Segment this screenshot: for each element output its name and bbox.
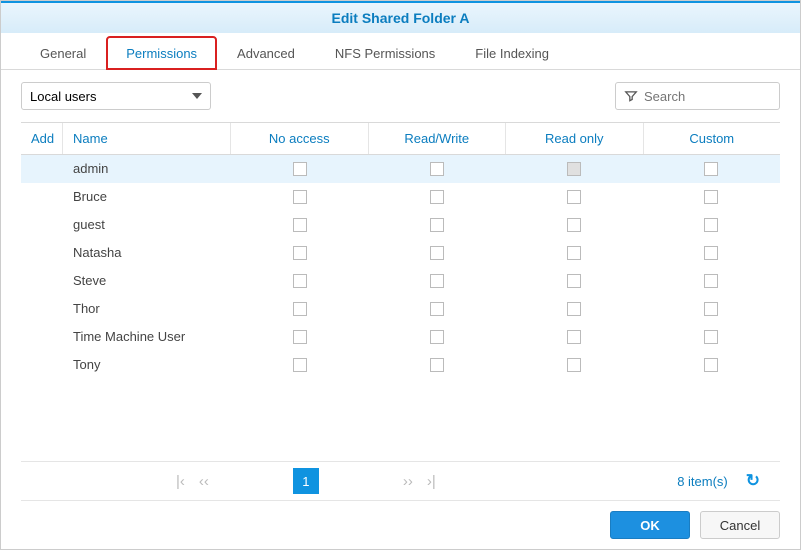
table-row[interactable]: Thor [21,295,780,323]
tab-file-indexing[interactable]: File Indexing [456,37,568,69]
reload-icon[interactable]: ↻ [746,471,760,491]
tab-general[interactable]: General [21,37,105,69]
table-row[interactable]: Steve [21,267,780,295]
read-only-checkbox[interactable] [567,190,581,204]
column-read-only[interactable]: Read only [506,123,644,154]
table-row[interactable]: guest [21,211,780,239]
search-box[interactable] [615,82,780,110]
column-no-access[interactable]: No access [231,123,369,154]
table-body: admin Bruce guest Natasha Steve Thor Time Mach… [21,155,780,379]
ok-button[interactable]: OK [610,511,690,539]
read-write-checkbox[interactable] [430,274,444,288]
tab-permissions[interactable]: Permissions [107,37,216,69]
items-count: 8 item(s) [677,474,728,489]
custom-checkbox[interactable] [704,358,718,372]
read-write-checkbox[interactable] [430,190,444,204]
custom-checkbox[interactable] [704,162,718,176]
dropdown-selected: Local users [30,89,96,104]
read-write-checkbox[interactable] [430,162,444,176]
user-name: Thor [63,301,231,316]
read-only-checkbox[interactable] [567,274,581,288]
read-write-checkbox[interactable] [430,302,444,316]
read-only-checkbox[interactable] [567,246,581,260]
custom-checkbox[interactable] [704,218,718,232]
pager: |‹ ‹‹ 1 ›› ›| 8 item(s) ↻ [21,461,780,501]
user-name: Steve [63,273,231,288]
permissions-table: Add Name No access Read/Write Read only … [21,122,780,379]
table-row[interactable]: Time Machine User [21,323,780,351]
no-access-checkbox[interactable] [293,246,307,260]
user-type-dropdown[interactable]: Local users [21,82,211,110]
table-row[interactable]: Bruce [21,183,780,211]
user-name: Bruce [63,189,231,204]
column-custom[interactable]: Custom [644,123,781,154]
prev-page-icon[interactable]: ‹‹ [199,473,209,490]
user-name: admin [63,161,231,176]
no-access-checkbox[interactable] [293,190,307,204]
read-only-checkbox[interactable] [567,330,581,344]
user-name: guest [63,217,231,232]
user-name: Time Machine User [63,329,231,344]
tab-advanced[interactable]: Advanced [218,37,314,69]
no-access-checkbox[interactable] [293,274,307,288]
chevron-down-icon [192,93,202,99]
no-access-checkbox[interactable] [293,302,307,316]
custom-checkbox[interactable] [704,330,718,344]
read-write-checkbox[interactable] [430,358,444,372]
window-title: Edit Shared Folder A [1,1,800,33]
table-row[interactable]: Natasha [21,239,780,267]
filter-icon [624,89,638,103]
read-write-checkbox[interactable] [430,330,444,344]
tab-nfs-permissions[interactable]: NFS Permissions [316,37,454,69]
no-access-checkbox[interactable] [293,162,307,176]
read-only-checkbox[interactable] [567,302,581,316]
user-name: Tony [63,357,231,372]
column-name[interactable]: Name [63,123,231,154]
table-row[interactable]: admin [21,155,780,183]
custom-checkbox[interactable] [704,246,718,260]
custom-checkbox[interactable] [704,274,718,288]
read-write-checkbox[interactable] [430,218,444,232]
table-header: Add Name No access Read/Write Read only … [21,123,780,155]
user-name: Natasha [63,245,231,260]
search-input[interactable] [644,89,771,104]
first-page-icon[interactable]: |‹ [176,473,185,490]
no-access-checkbox[interactable] [293,330,307,344]
tab-bar: GeneralPermissionsAdvancedNFS Permission… [1,33,800,70]
no-access-checkbox[interactable] [293,358,307,372]
custom-checkbox[interactable] [704,190,718,204]
read-only-checkbox[interactable] [567,358,581,372]
read-only-checkbox[interactable] [567,218,581,232]
read-only-checkbox[interactable] [567,162,581,176]
column-add[interactable]: Add [21,123,63,154]
last-page-icon[interactable]: ›| [427,473,436,490]
toolbar: Local users [1,70,800,122]
no-access-checkbox[interactable] [293,218,307,232]
next-page-icon[interactable]: ›› [403,473,413,490]
cancel-button[interactable]: Cancel [700,511,780,539]
read-write-checkbox[interactable] [430,246,444,260]
table-row[interactable]: Tony [21,351,780,379]
footer: OK Cancel [1,501,800,549]
page-number[interactable]: 1 [293,468,319,494]
column-read-write[interactable]: Read/Write [369,123,507,154]
custom-checkbox[interactable] [704,302,718,316]
